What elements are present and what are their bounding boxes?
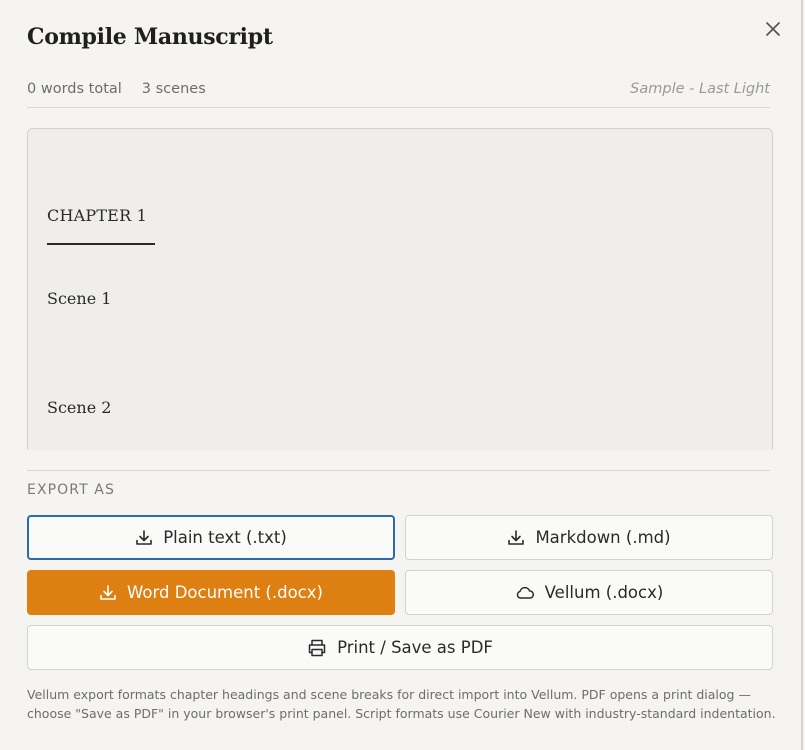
manuscript-preview[interactable]: CHAPTER 1 Scene 1 Scene 2 bbox=[27, 128, 773, 450]
manuscript-stats: 0 words total 3 scenes Sample - Last Lig… bbox=[27, 79, 770, 99]
export-md-label: Markdown (.md) bbox=[535, 528, 671, 547]
close-icon bbox=[766, 22, 780, 36]
export-help-text: Vellum export formats chapter headings a… bbox=[27, 687, 776, 721]
scene-count: 3 scenes bbox=[141, 81, 206, 97]
export-docx-button[interactable]: Word Document (.docx) bbox=[27, 570, 395, 615]
export-docx-label: Word Document (.docx) bbox=[127, 583, 323, 602]
printer-icon bbox=[308, 639, 326, 656]
print-pdf-label: Print / Save as PDF bbox=[337, 638, 493, 657]
export-txt-label: Plain text (.txt) bbox=[163, 528, 287, 547]
export-vellum-button[interactable]: Vellum (.docx) bbox=[405, 570, 773, 615]
divider bbox=[27, 107, 770, 108]
export-md-button[interactable]: Markdown (.md) bbox=[405, 515, 773, 560]
scene-heading: Scene 2 bbox=[47, 398, 112, 417]
print-pdf-button[interactable]: Print / Save as PDF bbox=[27, 625, 773, 670]
export-section-label: EXPORT AS bbox=[27, 482, 115, 498]
project-name: Sample - Last Light bbox=[630, 81, 770, 97]
export-txt-button[interactable]: Plain text (.txt) bbox=[27, 515, 395, 560]
download-icon bbox=[136, 529, 153, 545]
close-button[interactable] bbox=[760, 16, 786, 42]
export-vellum-label: Vellum (.docx) bbox=[544, 583, 664, 602]
compile-dialog: Compile Manuscript 0 words total 3 scene… bbox=[0, 0, 803, 750]
divider bbox=[27, 470, 770, 471]
dialog-title: Compile Manuscript bbox=[27, 24, 273, 50]
cloud-icon bbox=[516, 586, 534, 599]
download-icon bbox=[508, 529, 525, 545]
word-count: 0 words total bbox=[27, 81, 122, 97]
scene-heading: Scene 1 bbox=[47, 289, 112, 308]
chapter-heading: CHAPTER 1 bbox=[47, 206, 147, 225]
chapter-rule bbox=[47, 243, 155, 245]
download-icon bbox=[100, 584, 116, 600]
